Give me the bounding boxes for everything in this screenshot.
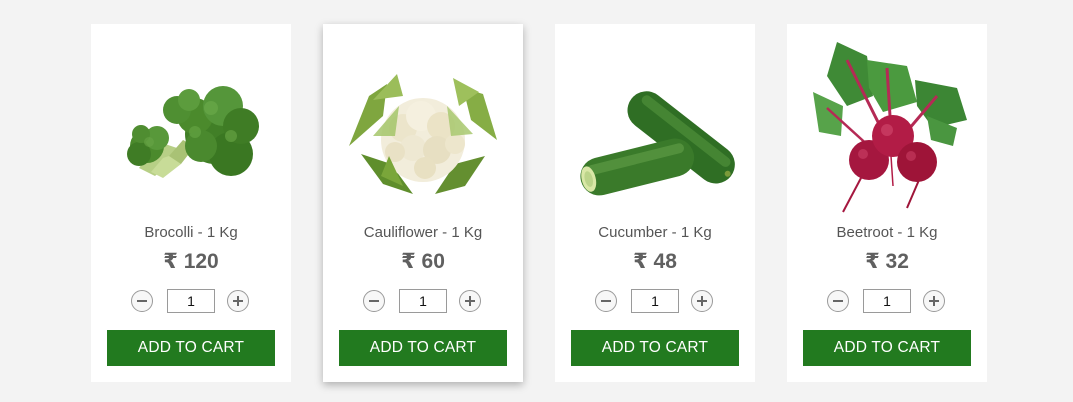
plus-icon — [929, 296, 939, 306]
increment-button[interactable] — [227, 290, 249, 312]
quantity-input[interactable] — [167, 289, 215, 313]
add-to-cart-button[interactable]: ADD TO CART — [339, 330, 507, 366]
product-card-broccoli: Brocolli - 1 Kg ₹ 120 ADD TO CART — [91, 24, 291, 382]
product-card-cucumber: Cucumber - 1 Kg ₹ 48 ADD TO CART — [555, 24, 755, 382]
decrement-button[interactable] — [595, 290, 617, 312]
add-to-cart-button[interactable]: ADD TO CART — [803, 330, 971, 366]
product-grid: Brocolli - 1 Kg ₹ 120 ADD TO CART — [0, 0, 1073, 402]
decrement-button[interactable] — [363, 290, 385, 312]
quantity-stepper — [555, 289, 755, 315]
quantity-stepper — [787, 289, 987, 315]
quantity-input[interactable] — [399, 289, 447, 313]
plus-icon — [233, 296, 243, 306]
quantity-input[interactable] — [631, 289, 679, 313]
product-card-cauliflower: Cauliflower - 1 Kg ₹ 60 ADD TO CART — [323, 24, 523, 382]
add-to-cart-button[interactable]: ADD TO CART — [107, 330, 275, 366]
quantity-stepper — [323, 289, 523, 315]
minus-icon — [137, 300, 147, 302]
product-price: ₹ 48 — [633, 250, 677, 273]
minus-icon — [833, 300, 843, 302]
cauliflower-image — [349, 74, 497, 194]
broccoli-image — [127, 86, 259, 178]
quantity-input[interactable] — [863, 289, 911, 313]
minus-icon — [369, 300, 379, 302]
plus-icon — [465, 296, 475, 306]
plus-icon — [697, 296, 707, 306]
product-name: Cucumber - 1 Kg — [598, 224, 712, 241]
product-price: ₹ 60 — [401, 250, 445, 273]
product-card-beetroot: Beetroot - 1 Kg ₹ 32 ADD TO CART — [787, 24, 987, 382]
cucumber-image — [580, 91, 735, 196]
minus-icon — [601, 300, 611, 302]
product-price: ₹ 32 — [865, 250, 909, 273]
decrement-button[interactable] — [131, 290, 153, 312]
increment-button[interactable] — [691, 290, 713, 312]
product-name: Beetroot - 1 Kg — [836, 224, 938, 241]
product-name: Cauliflower - 1 Kg — [363, 224, 483, 241]
product-price: ₹ 120 — [163, 250, 219, 273]
add-to-cart-button[interactable]: ADD TO CART — [571, 330, 739, 366]
product-name: Brocolli - 1 Kg — [144, 224, 238, 241]
increment-button[interactable] — [923, 290, 945, 312]
beetroot-image — [813, 42, 967, 213]
increment-button[interactable] — [459, 290, 481, 312]
quantity-stepper — [91, 289, 291, 315]
decrement-button[interactable] — [827, 290, 849, 312]
